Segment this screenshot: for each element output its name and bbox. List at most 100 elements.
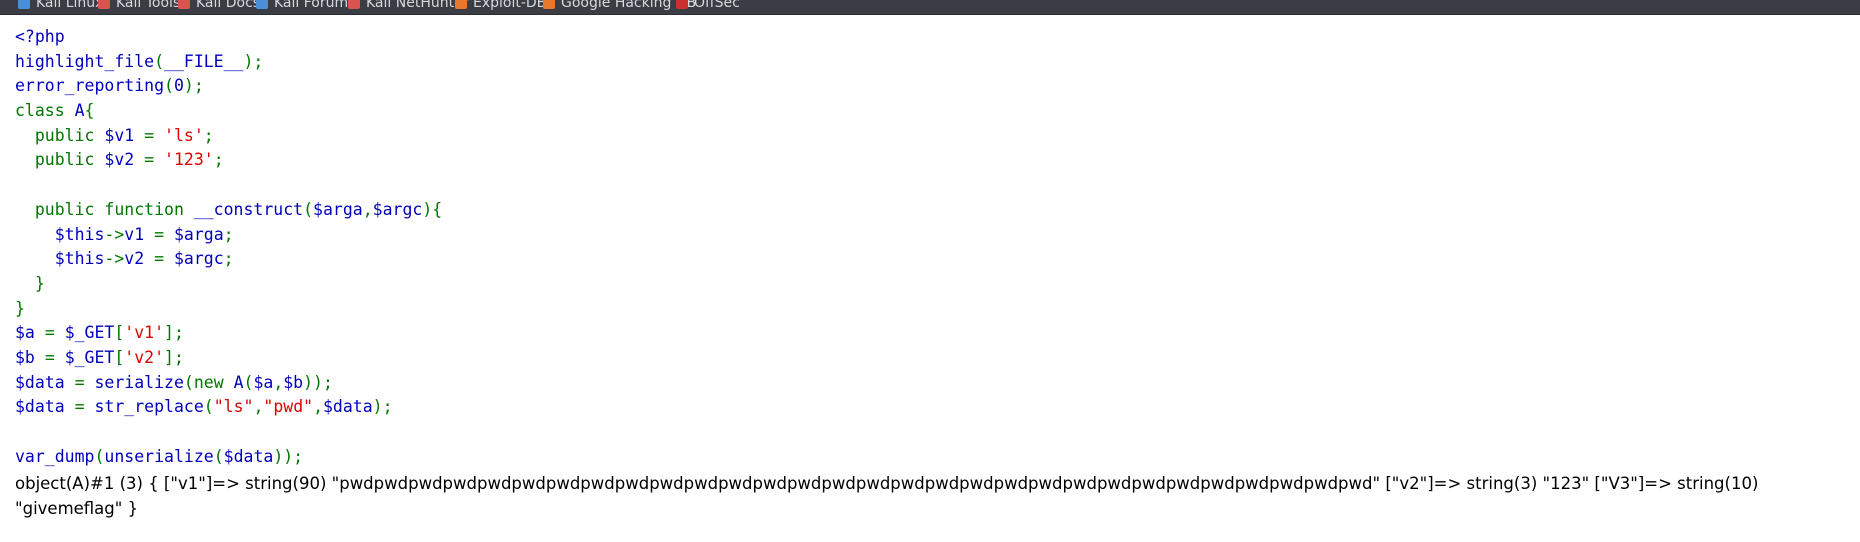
code-token: $data <box>323 397 373 417</box>
code-token: 'v2' <box>124 347 165 367</box>
code-token: $_GET <box>64 347 115 367</box>
code-token: = <box>44 323 65 343</box>
code-token: A <box>74 101 85 121</box>
bookmark-kali-forums[interactable]: Kali Forums <box>256 0 355 12</box>
code-token: ; <box>223 224 234 244</box>
code-line: public $v2 = '123'; <box>15 148 442 173</box>
code-token: ; <box>203 125 214 145</box>
code-line: error_reporting(0); <box>15 74 442 99</box>
code-token: ); <box>243 51 264 71</box>
bookmark-offsec[interactable]: OffSec <box>676 0 740 12</box>
code-token: class <box>15 101 75 121</box>
code-token: ]; <box>164 323 184 343</box>
kali-docs-icon <box>178 0 190 9</box>
code-line: public $v1 = 'ls'; <box>15 124 442 149</box>
exploit-db-icon <box>455 0 467 9</box>
bookmark-label: OffSec <box>694 0 740 11</box>
code-token: = <box>154 249 174 269</box>
bookmark-label: Kali Linux <box>36 0 104 11</box>
code-token: [ <box>114 323 125 343</box>
code-line: var_dump(unserialize($data)); <box>15 445 442 470</box>
code-token: ( <box>154 51 165 71</box>
code-token: var_dump <box>15 446 95 466</box>
code-token: <?php <box>15 27 65 46</box>
code-token: , <box>313 397 323 417</box>
kali-nethunter-icon <box>348 0 360 9</box>
code-token: ); <box>372 397 393 417</box>
code-token: serialize <box>94 372 184 392</box>
bookmark-label: Kali Docs <box>196 0 261 11</box>
code-line: } <box>15 272 442 297</box>
bookmark-label: Kali Tools <box>116 0 181 11</box>
code-token: str_replace <box>94 397 204 417</box>
code-line: class A{ <box>15 99 442 124</box>
code-token: $a <box>15 323 45 343</box>
code-token: ( <box>213 446 224 466</box>
kali-forums-icon <box>256 0 268 9</box>
code-token: { <box>84 101 95 121</box>
code-token: ]; <box>164 347 184 367</box>
code-line: $data = serialize(new A($a,$b)); <box>15 371 442 396</box>
code-token: 'ls' <box>164 125 204 145</box>
ghdb-icon <box>543 0 555 9</box>
code-token: "pwd" <box>263 397 314 417</box>
code-line: public function __construct($arga,$argc)… <box>15 198 442 223</box>
code-token: ); <box>183 76 204 96</box>
bookmark-kali-tools[interactable]: Kali Tools <box>98 0 180 12</box>
code-token: error_reporting <box>15 76 165 96</box>
bookmark-label: Kali NetHunter <box>366 0 469 11</box>
code-line: $a = $_GET['v1']; <box>15 321 442 346</box>
offsec-icon <box>676 0 688 9</box>
code-token: $data <box>15 397 75 417</box>
bookmarks-toolbar: Kali Linux Kali Tools Kali Docs Kali Forums… <box>0 0 1860 15</box>
code-token: $a <box>253 372 274 392</box>
code-token: public <box>15 150 105 170</box>
code-token: $data <box>15 372 75 392</box>
code-token: $v2 <box>104 150 145 170</box>
code-token: ( <box>203 397 214 417</box>
code-token: ( <box>243 372 254 392</box>
bookmark-exploit-db[interactable]: Exploit-DB <box>455 0 546 12</box>
code-token: -> <box>104 224 125 244</box>
code-token: A <box>233 372 244 392</box>
code-token: __FILE__ <box>164 51 244 71</box>
code-line: highlight_file(__FILE__); <box>15 50 442 75</box>
bookmark-kali-linux[interactable]: Kali Linux <box>18 0 103 12</box>
code-token: unserialize <box>104 446 214 466</box>
bookmark-kali-nethunter[interactable]: Kali NetHunter <box>348 0 468 12</box>
code-token: $_GET <box>64 323 115 343</box>
code-token: -> <box>104 249 125 269</box>
code-token: ; <box>213 150 224 170</box>
bookmark-google-hacking-db[interactable]: Google Hacking DB <box>543 0 696 12</box>
code-token: [ <box>114 347 125 367</box>
code-line: $this->v1 = $arga; <box>15 223 442 248</box>
bookmark-kali-docs[interactable]: Kali Docs <box>178 0 260 12</box>
code-token: = <box>144 125 165 145</box>
bookmark-label: Exploit-DB <box>473 0 547 11</box>
code-token: $argc <box>372 199 423 219</box>
code-token: $arga <box>173 224 224 244</box>
code-token: highlight_file <box>15 51 155 71</box>
code-token: , <box>253 397 264 417</box>
php-source-code: <?php highlight_file(__FILE__); error_repo… <box>15 25 442 469</box>
kali-tools-icon <box>98 0 110 9</box>
code-token: ; <box>223 249 234 269</box>
var-dump-output: object(A)#1 (3) { ["v1"]=> string(90) "p… <box>15 474 1759 518</box>
code-token: $b <box>283 372 304 392</box>
code-line: $b = $_GET['v2']; <box>15 346 442 371</box>
code-token: '123' <box>164 150 214 170</box>
code-token: = <box>144 150 165 170</box>
code-token: $argc <box>173 249 224 269</box>
code-token: ( <box>164 76 174 96</box>
code-token: 0 <box>173 76 184 96</box>
code-token: public function <box>15 199 194 219</box>
code-token: } <box>15 298 25 318</box>
code-line: $this->v2 = $argc; <box>15 247 442 272</box>
code-token: $arga <box>313 199 363 219</box>
code-token: } <box>15 273 45 293</box>
code-token: ( <box>94 446 105 466</box>
